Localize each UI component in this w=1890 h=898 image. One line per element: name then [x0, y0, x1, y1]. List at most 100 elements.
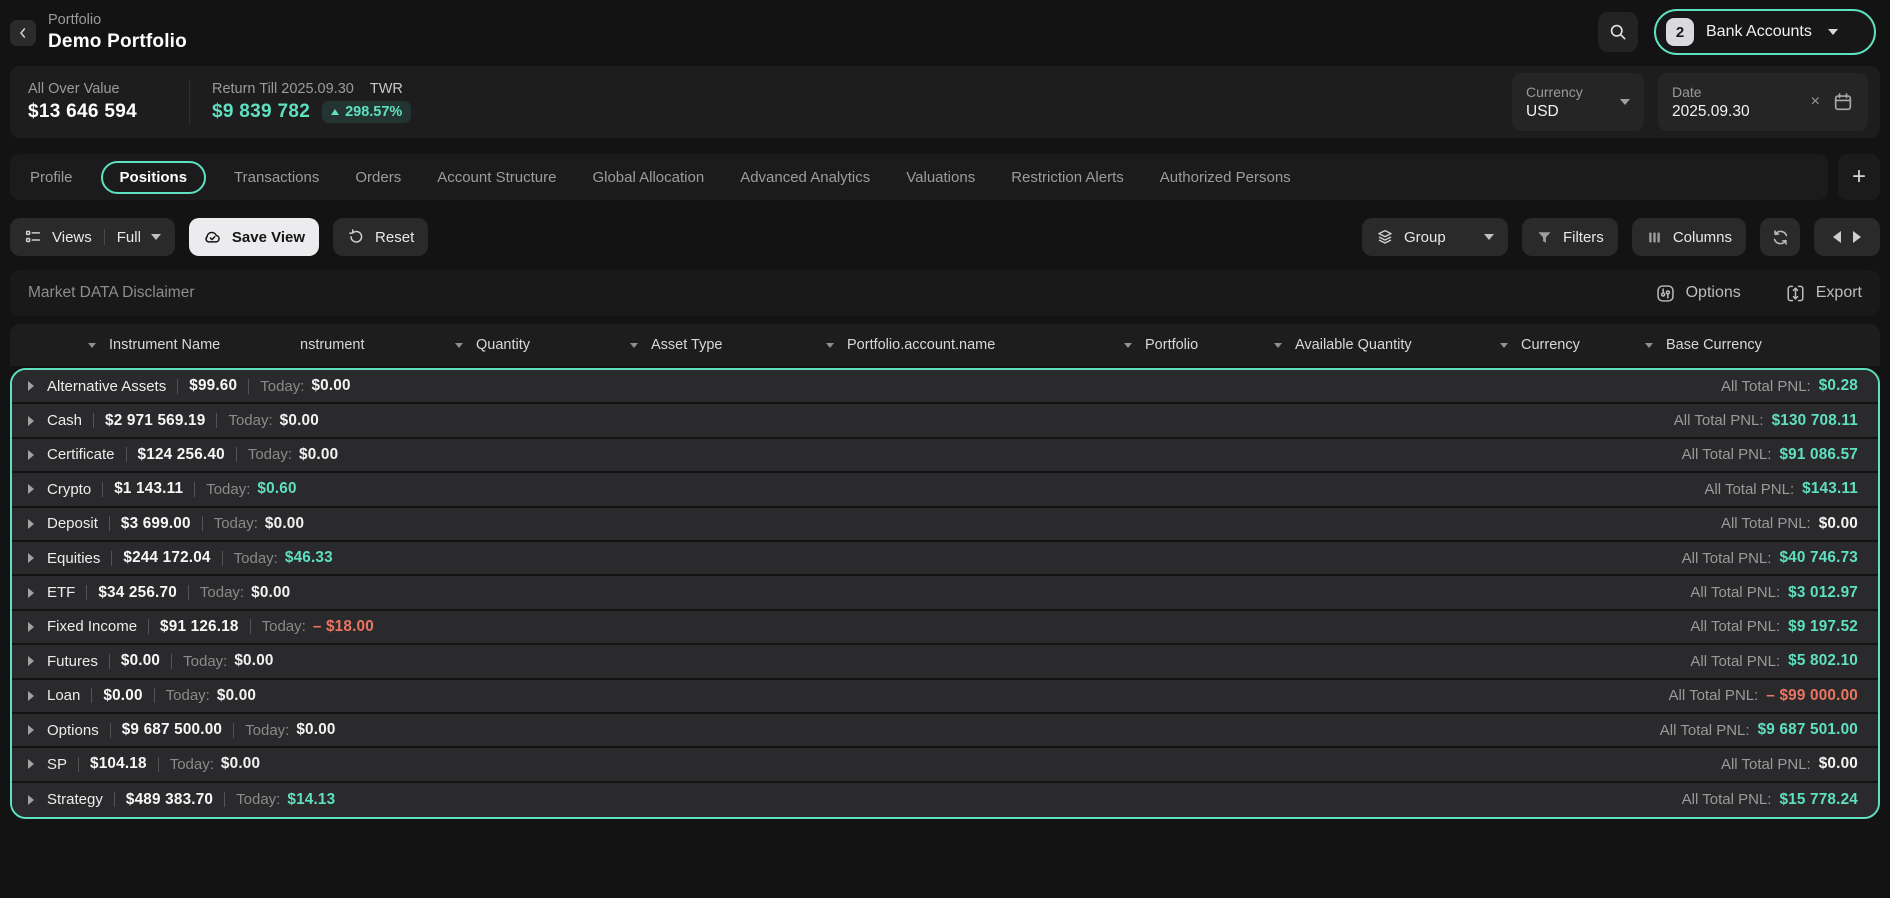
tab-global-allocation[interactable]: Global Allocation	[592, 169, 704, 186]
tab-account-structure[interactable]: Account Structure	[437, 169, 556, 186]
tab-advanced-analytics[interactable]: Advanced Analytics	[740, 169, 870, 186]
column-pager[interactable]	[1814, 218, 1880, 256]
tab-label: Account Structure	[437, 169, 556, 186]
today-label: Today:	[200, 584, 244, 601]
pnl-label: All Total PNL:	[1660, 722, 1750, 739]
asset-group-value: $489 383.70	[126, 791, 213, 809]
column-header[interactable]: Currency	[1500, 337, 1645, 353]
divider	[250, 619, 251, 634]
tab-restriction-alerts[interactable]: Restriction Alerts	[1011, 169, 1124, 186]
column-header[interactable]: Available Quantity	[1274, 337, 1500, 353]
page-left-icon[interactable]	[1833, 231, 1841, 243]
expand-row-icon[interactable]	[28, 759, 34, 769]
column-header[interactable]: Quantity	[455, 337, 630, 353]
group-label: Group	[1404, 229, 1446, 246]
column-menu-icon[interactable]	[1500, 343, 1508, 348]
today-value: $0.00	[311, 377, 350, 395]
column-header[interactable]: nstrument	[300, 337, 455, 353]
column-menu-icon[interactable]	[630, 343, 638, 348]
today-value: $0.00	[217, 687, 256, 705]
expand-row-icon[interactable]	[28, 622, 34, 632]
asset-group-row[interactable]: Fixed Income $91 126.18 Today: – $18.00 …	[12, 611, 1878, 645]
asset-group-value: $0.00	[121, 652, 160, 670]
expand-row-icon[interactable]	[28, 381, 34, 391]
divider	[158, 757, 159, 772]
views-label: Views	[52, 229, 92, 246]
filters-button[interactable]: Filters	[1522, 218, 1618, 256]
pnl-value: $0.00	[1819, 755, 1858, 773]
all-over-value: $13 646 594	[28, 101, 137, 123]
expand-row-icon[interactable]	[28, 691, 34, 701]
views-dropdown[interactable]: Views Full	[10, 218, 175, 256]
tab-valuations[interactable]: Valuations	[906, 169, 975, 186]
column-menu-icon[interactable]	[88, 343, 96, 348]
asset-group-value: $244 172.04	[123, 549, 210, 567]
expand-row-icon[interactable]	[28, 795, 34, 805]
columns-icon	[1646, 229, 1663, 246]
back-button[interactable]	[10, 20, 36, 46]
tab-transactions[interactable]: Transactions	[234, 169, 319, 186]
column-menu-icon[interactable]	[455, 343, 463, 348]
date-picker[interactable]: Date 2025.09.30 ×	[1658, 73, 1868, 131]
tab-authorized-persons[interactable]: Authorized Persons	[1160, 169, 1291, 186]
expand-row-icon[interactable]	[28, 484, 34, 494]
column-menu-icon[interactable]	[1274, 343, 1282, 348]
today-label: Today:	[260, 378, 304, 395]
asset-group-row[interactable]: ETF $34 256.70 Today: $0.00 All Total PN…	[12, 576, 1878, 610]
expand-row-icon[interactable]	[28, 656, 34, 666]
refresh-button[interactable]	[1760, 218, 1800, 256]
expand-row-icon[interactable]	[28, 588, 34, 598]
column-menu-icon[interactable]	[826, 343, 834, 348]
divider	[78, 757, 79, 772]
asset-group-row[interactable]: SP $104.18 Today: $0.00 All Total PNL: $…	[12, 748, 1878, 782]
column-menu-icon[interactable]	[1124, 343, 1132, 348]
asset-group-row[interactable]: Loan $0.00 Today: $0.00 All Total PNL: –…	[12, 680, 1878, 714]
columns-button[interactable]: Columns	[1632, 218, 1746, 256]
page-right-icon[interactable]	[1853, 231, 1861, 243]
column-header[interactable]: Portfolio.account.name	[826, 337, 1124, 353]
pnl-value: $9 687 501.00	[1758, 721, 1858, 739]
asset-group-row[interactable]: Alternative Assets $99.60 Today: $0.00 A…	[12, 370, 1878, 404]
asset-group-row[interactable]: Strategy $489 383.70 Today: $14.13 All T…	[12, 783, 1878, 817]
column-header-label: Available Quantity	[1295, 337, 1412, 353]
asset-group-row[interactable]: Crypto $1 143.11 Today: $0.60 All Total …	[12, 473, 1878, 507]
reset-button[interactable]: Reset	[333, 218, 428, 256]
asset-group-row[interactable]: Equities $244 172.04 Today: $46.33 All T…	[12, 542, 1878, 576]
export-button[interactable]: Export	[1785, 283, 1862, 304]
today-value: $46.33	[285, 549, 333, 567]
calendar-icon[interactable]	[1832, 91, 1854, 113]
tab-profile[interactable]: Profile	[30, 169, 73, 186]
bank-accounts-dropdown[interactable]: 2 Bank Accounts	[1654, 9, 1876, 55]
tab-positions[interactable]: Positions	[101, 161, 207, 194]
expand-row-icon[interactable]	[28, 725, 34, 735]
asset-group-row[interactable]: Certificate $124 256.40 Today: $0.00 All…	[12, 439, 1878, 473]
chevron-down-icon	[1620, 99, 1630, 105]
group-dropdown[interactable]: Group	[1362, 218, 1508, 256]
expand-row-icon[interactable]	[28, 519, 34, 529]
asset-group-row[interactable]: Cash $2 971 569.19 Today: $0.00 All Tota…	[12, 404, 1878, 438]
bank-accounts-label: Bank Accounts	[1706, 23, 1812, 41]
column-header[interactable]: Base Currency	[1645, 337, 1845, 353]
column-header[interactable]: Portfolio	[1124, 337, 1274, 353]
column-header[interactable]: Instrument Name	[88, 337, 300, 353]
options-button[interactable]: Options	[1655, 283, 1741, 304]
page-title: Demo Portfolio	[48, 31, 187, 53]
column-menu-icon[interactable]	[1645, 343, 1653, 348]
asset-group-row[interactable]: Deposit $3 699.00 Today: $0.00 All Total…	[12, 508, 1878, 542]
column-header[interactable]: Asset Type	[630, 337, 826, 353]
tab-orders[interactable]: Orders	[355, 169, 401, 186]
add-tab-button[interactable]: +	[1838, 154, 1880, 200]
clear-date-icon[interactable]: ×	[1811, 94, 1820, 110]
expand-row-icon[interactable]	[28, 416, 34, 426]
expand-row-icon[interactable]	[28, 553, 34, 563]
pnl-label: All Total PNL:	[1721, 378, 1811, 395]
export-icon	[1785, 283, 1806, 304]
divider	[171, 654, 172, 669]
expand-row-icon[interactable]	[28, 450, 34, 460]
asset-group-row[interactable]: Futures $0.00 Today: $0.00 All Total PNL…	[12, 645, 1878, 679]
asset-group-row[interactable]: Options $9 687 500.00 Today: $0.00 All T…	[12, 714, 1878, 748]
currency-dropdown[interactable]: Currency USD	[1512, 73, 1644, 131]
search-button[interactable]	[1598, 12, 1638, 52]
save-view-button[interactable]: Save View	[189, 218, 319, 256]
pnl-value: $91 086.57	[1779, 446, 1858, 464]
